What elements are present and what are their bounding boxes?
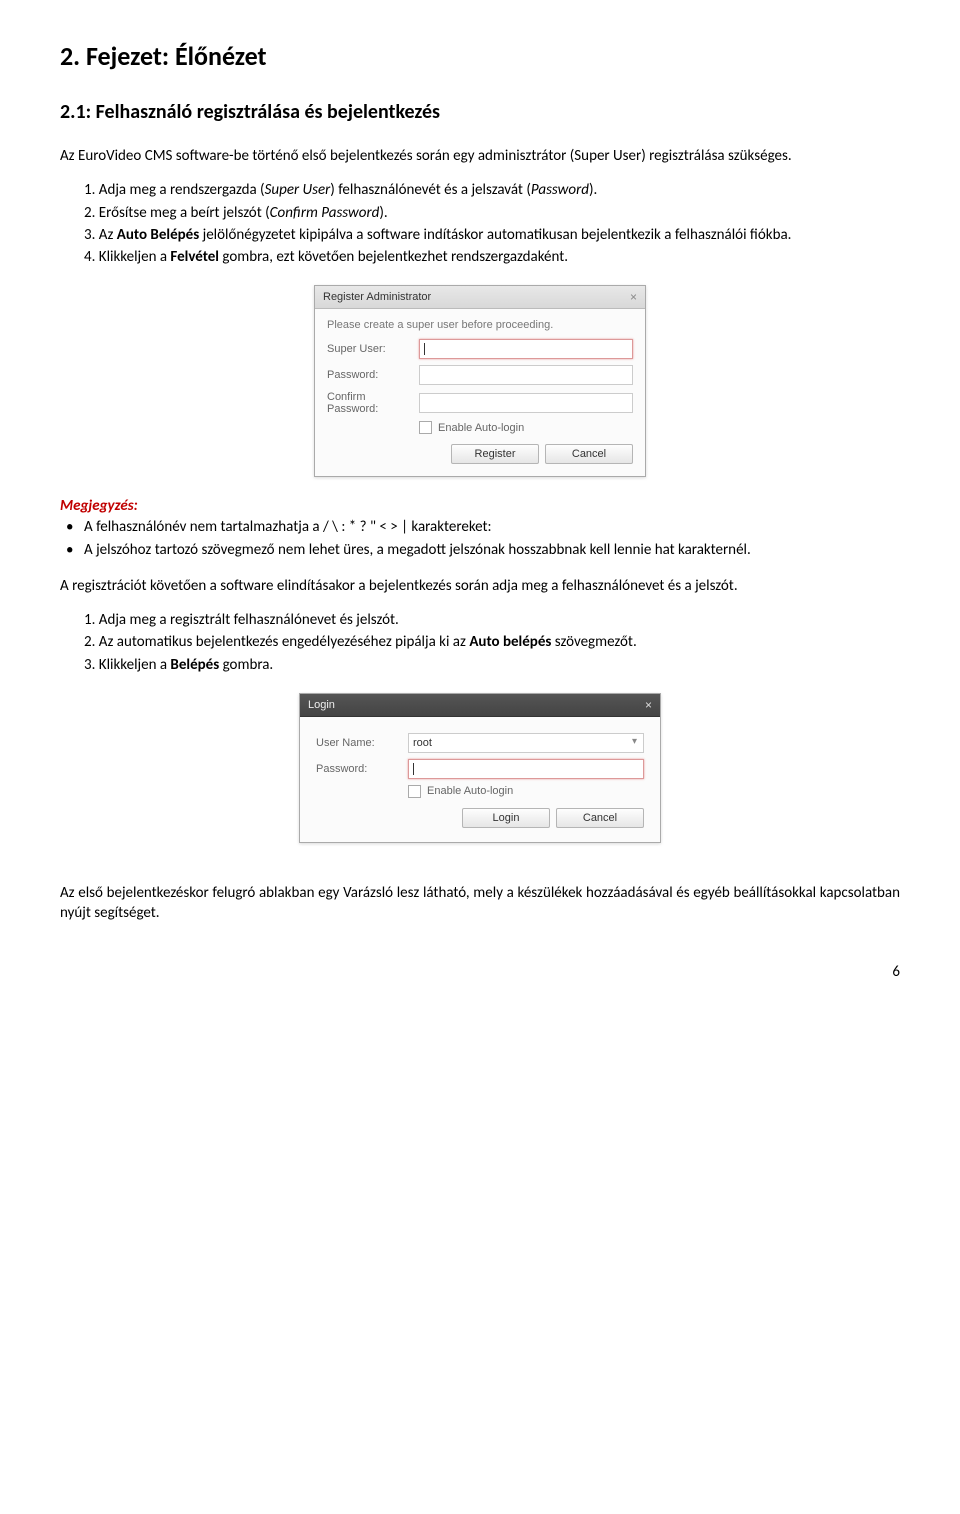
cancel-button[interactable]: Cancel <box>556 808 644 828</box>
login-step-1: 1. Adja meg a regisztrált felhasználónev… <box>84 610 900 630</box>
confirm-password-label: Confirm Password: <box>327 391 419 415</box>
password-input[interactable] <box>419 365 633 385</box>
close-icon[interactable]: × <box>630 290 637 304</box>
page-number: 6 <box>60 963 900 981</box>
closing-paragraph: Az első bejelentkezéskor felugró ablakba… <box>60 883 900 924</box>
register-button[interactable]: Register <box>451 444 539 464</box>
login-dialog: Login × User Name: root Password: Enable… <box>299 693 661 843</box>
confirm-password-input[interactable] <box>419 393 633 413</box>
close-icon[interactable]: × <box>645 698 652 712</box>
login-step-3: 3. Klikkeljen a Belépés gombra. <box>84 655 900 675</box>
dialog-title: Login <box>308 699 335 711</box>
step-2: 2. Erősítse meg a beírt jelszót (Confirm… <box>84 203 900 223</box>
super-user-label: Super User: <box>327 343 419 355</box>
steps-list-2: 1. Adja meg a regisztrált felhasználónev… <box>84 610 900 675</box>
password-input[interactable] <box>408 759 644 779</box>
username-label: User Name: <box>316 737 408 749</box>
chapter-heading: 2. Fejezet: Élőnézet <box>60 40 900 72</box>
username-select[interactable]: root <box>408 733 644 753</box>
note-heading: Megjegyzés: <box>60 497 900 515</box>
note-item-2: A jelszóhoz tartozó szövegmező nem lehet… <box>84 540 900 560</box>
autologin-label: Enable Auto-login <box>438 422 524 434</box>
step-3: 3. Az Auto Belépés jelölőnégyzetet kipip… <box>84 225 900 245</box>
dialog-title: Register Administrator <box>323 291 431 303</box>
password-label: Password: <box>327 369 419 381</box>
autologin-checkbox[interactable] <box>419 421 432 434</box>
dialog-titlebar: Login × <box>300 694 660 717</box>
after-registration-paragraph: A regisztrációt követően a software elin… <box>60 576 900 596</box>
note-item-1: A felhasználónév nem tartalmazhatja a / … <box>84 517 900 537</box>
autologin-checkbox[interactable] <box>408 785 421 798</box>
autologin-label: Enable Auto-login <box>427 785 513 797</box>
cancel-button[interactable]: Cancel <box>545 444 633 464</box>
section-heading: 2.1: Felhasználó regisztrálása és bejele… <box>60 100 900 124</box>
login-step-2: 2. Az automatikus bejelentkezés engedély… <box>84 632 900 652</box>
step-4: 4. Klikkeljen a Felvétel gombra, ezt köv… <box>84 247 900 267</box>
dialog-titlebar: Register Administrator × <box>315 286 645 309</box>
step-1: 1. Adja meg a rendszergazda (Super User)… <box>84 180 900 200</box>
super-user-input[interactable] <box>419 339 633 359</box>
dialog-hint: Please create a super user before procee… <box>327 319 633 331</box>
password-label: Password: <box>316 763 408 775</box>
note-list: A felhasználónév nem tartalmazhatja a / … <box>84 517 900 560</box>
steps-list-1: 1. Adja meg a rendszergazda (Super User)… <box>84 180 900 267</box>
intro-paragraph: Az EuroVideo CMS software-be történő els… <box>60 146 900 166</box>
login-button[interactable]: Login <box>462 808 550 828</box>
register-dialog: Register Administrator × Please create a… <box>314 285 646 477</box>
